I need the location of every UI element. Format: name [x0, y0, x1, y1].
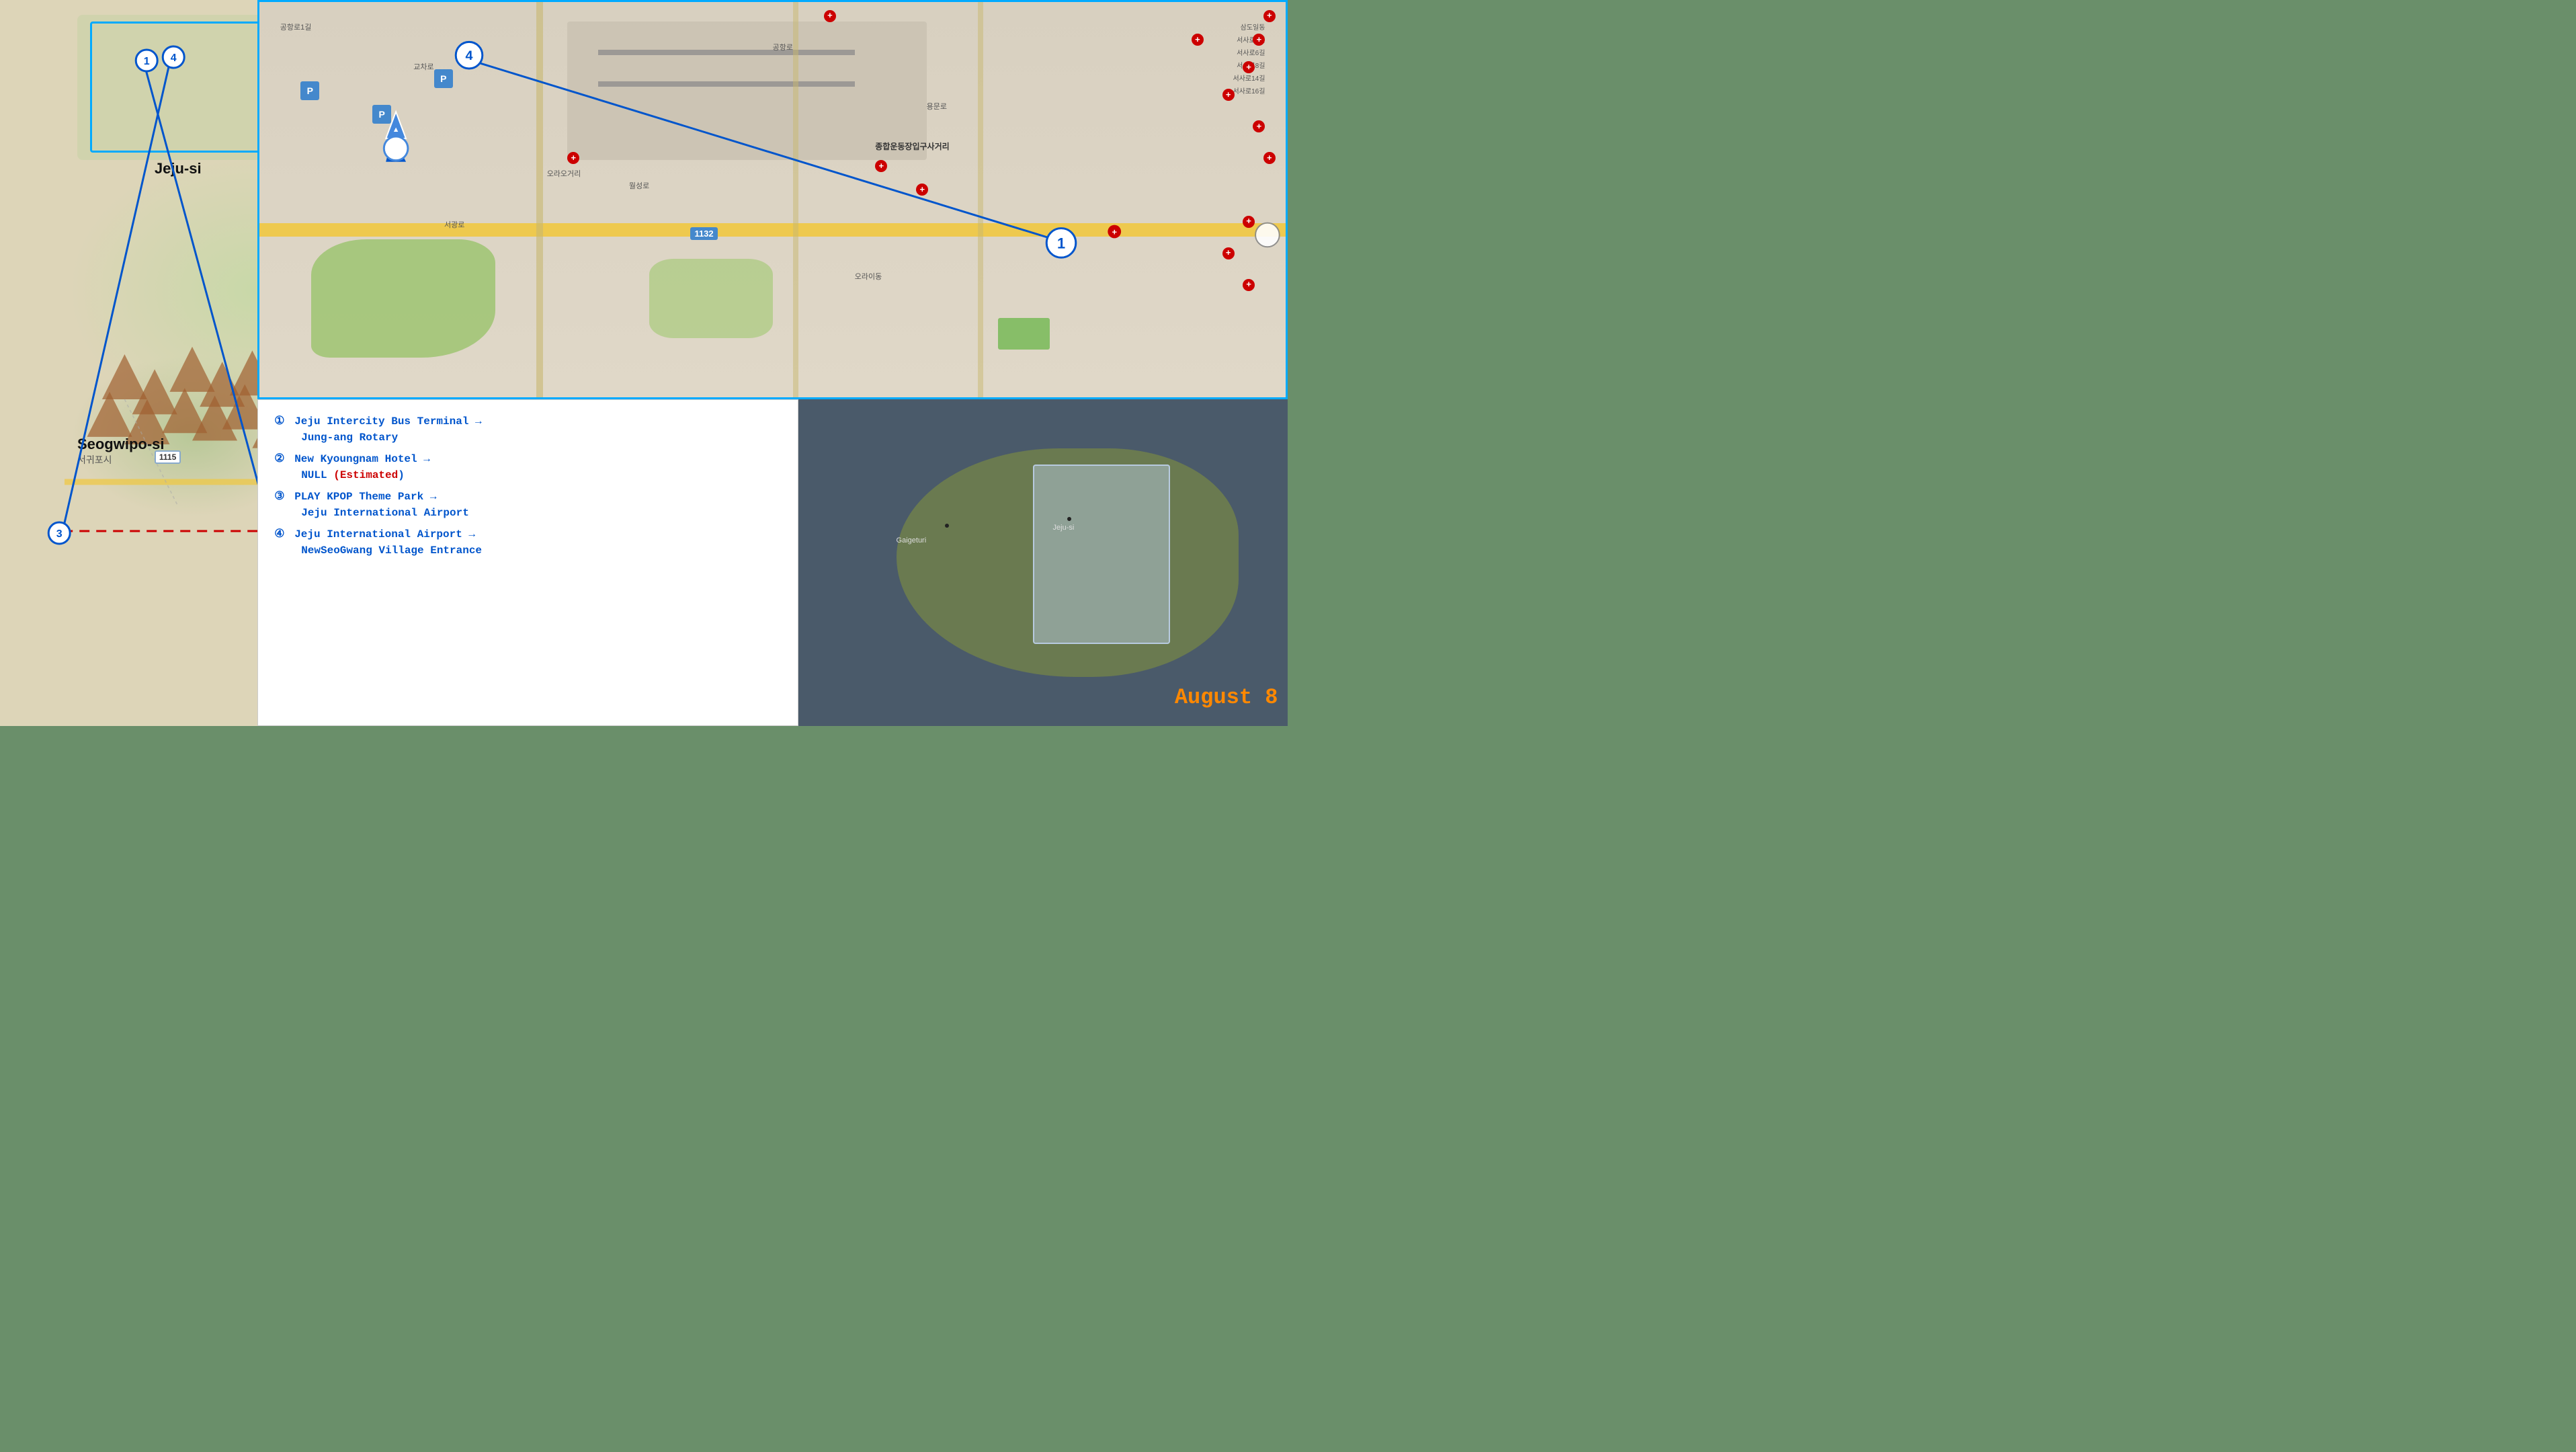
- road-1115-badge: 1115: [155, 450, 181, 464]
- road-1132-label: 1132: [694, 229, 713, 239]
- info-item-1: ① Jeju Intercity Bus Terminal → Jung-ang…: [274, 413, 782, 446]
- info-item-4: ④ Jeju International Airport → NewSeoGwa…: [274, 526, 782, 559]
- road-vertical-2: [793, 2, 798, 397]
- info-to-text-1: Jung-ang Rotary: [301, 432, 398, 444]
- seogwipo-label: Seogwipo-si 서귀포시: [77, 436, 165, 467]
- info-from-text-4: Jeju International Airport →: [294, 528, 475, 540]
- road-vertical-1: [536, 2, 543, 397]
- plus-marker-13: +: [1243, 279, 1255, 291]
- info-to-text-4: NewSeoGwang Village Entrance: [301, 544, 482, 557]
- park-1: [311, 239, 496, 358]
- mini-island-highlight: [1033, 465, 1170, 644]
- info-item-3: ③ PLAY KPOP Theme Park → Jeju Internatio…: [274, 489, 782, 521]
- estimated-text: Estimated: [340, 469, 398, 481]
- info-to-2: NULL (Estimated): [294, 467, 430, 483]
- info-from-2: New Kyoungnam Hotel →: [294, 451, 430, 467]
- info-num-4: ④: [274, 526, 294, 544]
- plus-marker-6: +: [1222, 89, 1235, 101]
- info-to-text-3: Jeju International Airport: [301, 507, 469, 519]
- kr-label-4: 월성로: [629, 180, 649, 191]
- info-from-text-1: Jeju Intercity Bus Terminal →: [294, 415, 481, 428]
- parking-p1: P: [300, 81, 319, 100]
- info-to-text-2: NULL: [301, 469, 327, 481]
- info-to-1: Jung-ang Rotary: [294, 430, 481, 446]
- parking-p2: P: [372, 105, 391, 124]
- info-from-3: PLAY KPOP Theme Park →: [294, 489, 469, 505]
- kr-label-6: 종합운동장입구사거리: [875, 140, 949, 152]
- jeju-si-box: [90, 22, 283, 152]
- road-vertical-3: [978, 2, 983, 397]
- parking-p3: P: [434, 69, 453, 88]
- park-2: [649, 259, 772, 338]
- plus-marker-11: +: [1243, 216, 1255, 228]
- seogwipo-kr: 서귀포시: [77, 453, 165, 467]
- info-from-text-2: New Kyoungnam Hotel →: [294, 453, 430, 465]
- kr-label-8: 오라이동: [855, 271, 882, 282]
- airport-runway: [567, 22, 926, 160]
- kr-label-5: 용문로: [927, 101, 947, 112]
- info-box: ① Jeju Intercity Bus Terminal → Jung-ang…: [257, 399, 798, 726]
- info-num-2: ②: [274, 451, 294, 469]
- kr-label-1: 공항로1길: [280, 22, 312, 32]
- stadium: [998, 318, 1049, 350]
- info-num-3: ③: [274, 489, 294, 506]
- august-label: August 8: [1175, 685, 1278, 710]
- kr-label-2: 교차로: [413, 61, 433, 72]
- info-from-1: Jeju Intercity Bus Terminal →: [294, 413, 481, 430]
- road-number-label: 1115: [159, 452, 176, 462]
- kr-label-3: 서광로: [444, 219, 464, 230]
- info-estimated: (: [333, 469, 340, 481]
- info-to-4: NewSeoGwang Village Entrance: [294, 542, 482, 559]
- mini-label-jeju-si: Jeju-si: [1053, 524, 1075, 532]
- main-road-horizontal: [259, 223, 1286, 237]
- info-from-text-3: PLAY KPOP Theme Park →: [294, 491, 436, 503]
- info-from-4: Jeju International Airport →: [294, 526, 482, 542]
- plus-marker-4: +: [1192, 34, 1204, 46]
- kr-labels-right: 삼도일동 서사로4길 서사로6길 서사로8길 서사로14길 서사로16길: [1233, 22, 1265, 95]
- runway-strip-2: [598, 81, 855, 87]
- mini-label-gaigeturi: Gaigeturi: [897, 536, 927, 544]
- seogwipo-text: Seogwipo-si: [77, 436, 165, 452]
- plus-marker-2: +: [1263, 10, 1276, 22]
- detail-map: 1132 공항로1길 교차로 서광로 월성로 용문로 종합운동장입구사거리 오라…: [257, 0, 1288, 399]
- plus-marker-12: +: [1222, 247, 1235, 259]
- kr-label-9: 공항로: [773, 42, 793, 52]
- plus-marker-1: +: [824, 10, 836, 22]
- kr-label-7: 오라오거리: [547, 168, 581, 179]
- info-num-1: ①: [274, 413, 294, 431]
- mini-map: Gaigeturi Jeju-si August 8: [798, 399, 1288, 726]
- runway-strip-1: [598, 50, 855, 55]
- info-item-2: ② New Kyoungnam Hotel → NULL (Estimated): [274, 451, 782, 483]
- road-1132-badge: 1132: [690, 227, 717, 240]
- info-to-3: Jeju International Airport: [294, 505, 469, 521]
- info-paren-close: ): [398, 469, 405, 481]
- jeju-si-label: Jeju-si: [155, 160, 202, 177]
